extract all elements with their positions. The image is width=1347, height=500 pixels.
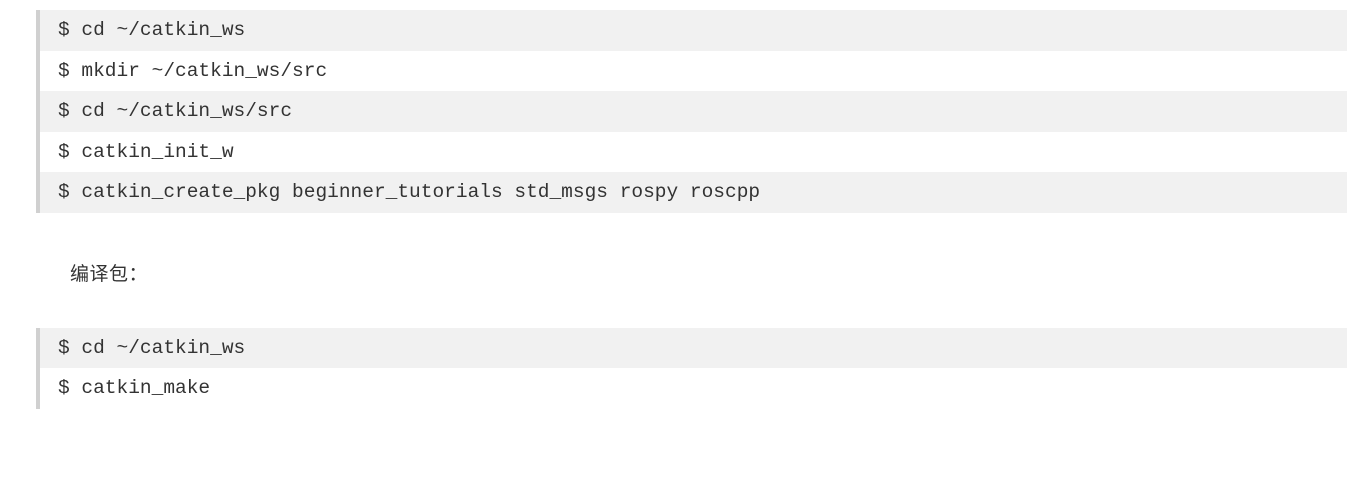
code-line: $ mkdir ~/catkin_ws/src: [40, 51, 1347, 92]
code-line: $ cd ~/catkin_ws/src: [40, 91, 1347, 132]
code-line: $ catkin_create_pkg beginner_tutorials s…: [40, 172, 1347, 213]
code-block-2: $ cd ~/catkin_ws $ catkin_make: [36, 328, 1347, 409]
paragraph-compile-package: 编译包：: [70, 259, 1347, 286]
code-line: $ catkin_make: [40, 368, 1347, 409]
code-line: $ cd ~/catkin_ws: [40, 328, 1347, 369]
code-block-1: $ cd ~/catkin_ws $ mkdir ~/catkin_ws/src…: [36, 10, 1347, 213]
code-line: $ cd ~/catkin_ws: [40, 10, 1347, 51]
code-line: $ catkin_init_w: [40, 132, 1347, 173]
